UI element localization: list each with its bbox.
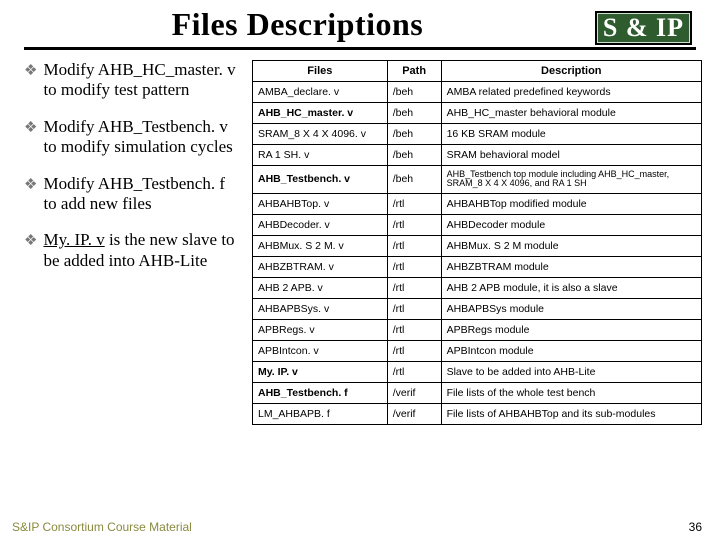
- cell-file: RA 1 SH. v: [253, 145, 388, 166]
- cell-path: /rtl: [387, 235, 441, 256]
- footer: S&IP Consortium Course Material 36: [12, 520, 702, 534]
- cell-path: /beh: [387, 145, 441, 166]
- cell-path: /rtl: [387, 277, 441, 298]
- col-desc: Description: [441, 61, 701, 82]
- cell-path: /rtl: [387, 256, 441, 277]
- table-row: AHB_Testbench. f/verifFile lists of the …: [253, 382, 702, 403]
- cell-desc: AHB 2 APB module, it is also a slave: [441, 277, 701, 298]
- cell-desc: File lists of AHBAHBTop and its sub-modu…: [441, 403, 701, 424]
- table-row: AHB_Testbench. v/behAHB_Testbench top mo…: [253, 166, 702, 194]
- cell-path: /verif: [387, 382, 441, 403]
- cell-path: /rtl: [387, 319, 441, 340]
- cell-file: AHBMux. S 2 M. v: [253, 235, 388, 256]
- cell-path: /verif: [387, 403, 441, 424]
- cell-path: /rtl: [387, 340, 441, 361]
- files-table: Files Path Description AMBA_declare. v/b…: [252, 60, 702, 425]
- cell-desc: APBRegs module: [441, 319, 701, 340]
- diamond-bullet-icon: ❖: [24, 176, 37, 194]
- page-title: Files Descriptions: [0, 6, 595, 45]
- cell-desc: AHBAPBSys module: [441, 298, 701, 319]
- bullet-text: Modify AHB_HC_master. v to modify test p…: [43, 60, 242, 101]
- cell-file: AHBAPBSys. v: [253, 298, 388, 319]
- bullet-text: Modify AHB_Testbench. f to add new files: [43, 174, 242, 215]
- table-row: My. IP. v/rtlSlave to be added into AHB-…: [253, 361, 702, 382]
- cell-path: /rtl: [387, 361, 441, 382]
- bullet-key: My. IP. v: [43, 230, 104, 249]
- table-row: AHBAHBTop. v/rtlAHBAHBTop modified modul…: [253, 193, 702, 214]
- title-rule: [24, 47, 696, 50]
- cell-file: AHB_HC_master. v: [253, 103, 388, 124]
- cell-desc: Slave to be added into AHB-Lite: [441, 361, 701, 382]
- cell-desc: 16 KB SRAM module: [441, 124, 701, 145]
- page-number: 36: [689, 520, 702, 534]
- bullet-item: ❖ Modify AHB_HC_master. v to modify test …: [24, 60, 242, 101]
- logo: S & IP: [595, 11, 692, 45]
- content-area: ❖ Modify AHB_HC_master. v to modify test …: [0, 60, 720, 425]
- footer-credit: S&IP Consortium Course Material: [12, 520, 192, 534]
- cell-desc: File lists of the whole test bench: [441, 382, 701, 403]
- cell-desc: APBIntcon module: [441, 340, 701, 361]
- cell-path: /rtl: [387, 193, 441, 214]
- diamond-bullet-icon: ❖: [24, 62, 37, 80]
- bullet-text: Modify AHB_Testbench. v to modify simula…: [43, 117, 242, 158]
- table-row: APBIntcon. v/rtlAPBIntcon module: [253, 340, 702, 361]
- cell-desc: AHB_Testbench top module including AHB_H…: [441, 166, 701, 194]
- table-row: AHBMux. S 2 M. v/rtlAHBMux. S 2 M module: [253, 235, 702, 256]
- bullet-key: AHB_Testbench. v: [98, 117, 228, 136]
- bullet-list: ❖ Modify AHB_HC_master. v to modify test …: [24, 60, 242, 425]
- bullet-text: My. IP. v is the new slave to be added i…: [43, 230, 242, 271]
- cell-path: /beh: [387, 166, 441, 194]
- files-table-wrap: Files Path Description AMBA_declare. v/b…: [252, 60, 702, 425]
- cell-desc: AHBZBTRAM module: [441, 256, 701, 277]
- slide: { "header": { "title": "Files Descriptio…: [0, 0, 720, 540]
- cell-path: /beh: [387, 103, 441, 124]
- title-row: Files Descriptions S & IP: [0, 0, 720, 45]
- diamond-bullet-icon: ❖: [24, 232, 37, 250]
- table-row: AHBZBTRAM. v/rtlAHBZBTRAM module: [253, 256, 702, 277]
- cell-file: AHB 2 APB. v: [253, 277, 388, 298]
- cell-file: AHBDecoder. v: [253, 214, 388, 235]
- diamond-bullet-icon: ❖: [24, 119, 37, 137]
- cell-file: LM_AHBAPB. f: [253, 403, 388, 424]
- cell-file: AMBA_declare. v: [253, 82, 388, 103]
- cell-desc: AHBAHBTop modified module: [441, 193, 701, 214]
- table-row: SRAM_8 X 4 X 4096. v/beh16 KB SRAM modul…: [253, 124, 702, 145]
- cell-file: AHB_Testbench. v: [253, 166, 388, 194]
- table-row: APBRegs. v/rtlAPBRegs module: [253, 319, 702, 340]
- cell-path: /rtl: [387, 298, 441, 319]
- cell-desc: SRAM behavioral model: [441, 145, 701, 166]
- table-row: AHB_HC_master. v/behAHB_HC_master behavi…: [253, 103, 702, 124]
- table-row: AHB 2 APB. v/rtlAHB 2 APB module, it is …: [253, 277, 702, 298]
- cell-path: /beh: [387, 124, 441, 145]
- cell-file: AHB_Testbench. f: [253, 382, 388, 403]
- table-header-row: Files Path Description: [253, 61, 702, 82]
- cell-file: APBIntcon. v: [253, 340, 388, 361]
- table-row: AMBA_declare. v/behAMBA related predefin…: [253, 82, 702, 103]
- table-row: AHBDecoder. v/rtlAHBDecoder module: [253, 214, 702, 235]
- bullet-item: ❖ My. IP. v is the new slave to be added …: [24, 230, 242, 271]
- bullet-key: AHB_HC_master. v: [98, 60, 236, 79]
- bullet-key: AHB_Testbench. f: [98, 174, 225, 193]
- cell-file: My. IP. v: [253, 361, 388, 382]
- cell-desc: AHBMux. S 2 M module: [441, 235, 701, 256]
- table-row: LM_AHBAPB. f/verifFile lists of AHBAHBTo…: [253, 403, 702, 424]
- col-files: Files: [253, 61, 388, 82]
- bullet-item: ❖ Modify AHB_Testbench. f to add new file…: [24, 174, 242, 215]
- bullet-item: ❖ Modify AHB_Testbench. v to modify simul…: [24, 117, 242, 158]
- col-path: Path: [387, 61, 441, 82]
- table-row: RA 1 SH. v/behSRAM behavioral model: [253, 145, 702, 166]
- cell-file: AHBAHBTop. v: [253, 193, 388, 214]
- cell-file: SRAM_8 X 4 X 4096. v: [253, 124, 388, 145]
- table-row: AHBAPBSys. v/rtlAHBAPBSys module: [253, 298, 702, 319]
- cell-path: /beh: [387, 82, 441, 103]
- cell-file: AHBZBTRAM. v: [253, 256, 388, 277]
- cell-desc: AHB_HC_master behavioral module: [441, 103, 701, 124]
- cell-file: APBRegs. v: [253, 319, 388, 340]
- cell-path: /rtl: [387, 214, 441, 235]
- cell-desc: AMBA related predefined keywords: [441, 82, 701, 103]
- cell-desc: AHBDecoder module: [441, 214, 701, 235]
